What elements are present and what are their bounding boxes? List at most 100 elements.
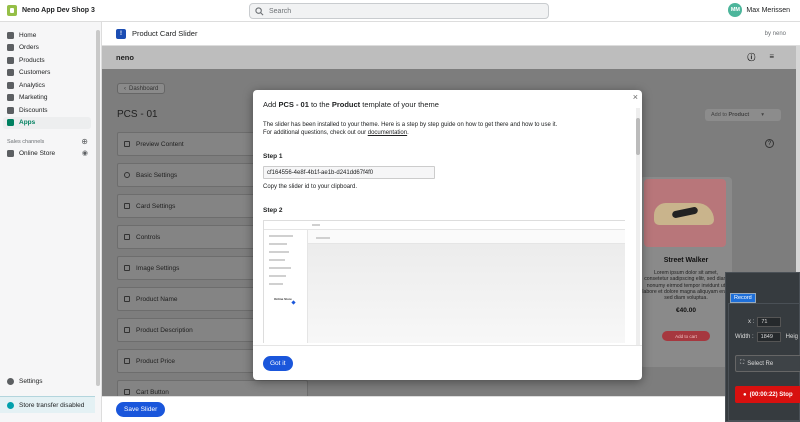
- stop-recording-button[interactable]: ● (00:00:22) Stop: [735, 386, 800, 403]
- sidebar-item-discounts[interactable]: Discounts: [0, 104, 95, 117]
- dollar-icon: [124, 358, 130, 364]
- product-image: [644, 179, 726, 247]
- store-name[interactable]: Neno App Dev Shop 3: [22, 7, 95, 14]
- record-dot-icon: ●: [743, 391, 747, 398]
- user-menu[interactable]: MM Max Merissen: [728, 3, 790, 17]
- x-input[interactable]: 71: [757, 317, 782, 327]
- top-bar: Neno App Dev Shop 3 Search MM Max Meriss…: [0, 0, 800, 22]
- region-icon: ⛶: [740, 360, 745, 366]
- sidebar-item-label: Analytics: [19, 81, 46, 89]
- modal-title: Add PCS - 01 to the Product template of …: [263, 100, 439, 109]
- intro-line-2: For additional questions, check out our …: [263, 129, 625, 137]
- intro-line-1: The slider has been installed to your th…: [263, 122, 558, 128]
- settings-item-label: Card Settings: [136, 202, 176, 210]
- settings-item-label: Product Price: [136, 357, 176, 365]
- documentation-link[interactable]: documentation: [368, 130, 407, 136]
- screenshot-online-store-label: Online Store: [274, 297, 292, 301]
- sidebar-item-label: Apps: [19, 119, 36, 127]
- sidebar-item-customers[interactable]: Customers: [0, 67, 95, 80]
- select-label: Select Re: [747, 360, 774, 367]
- select-region-button[interactable]: ⛶ Select Re: [735, 355, 800, 372]
- sidebar-scrollbar[interactable]: [96, 30, 100, 386]
- settings-item-label: Image Settings: [136, 264, 180, 272]
- sidebar-item-products[interactable]: Products: [0, 54, 95, 67]
- tag-icon: [7, 56, 14, 64]
- screenshot-line: [269, 283, 283, 285]
- screenshot-line: [269, 275, 286, 277]
- image-icon: [124, 265, 130, 271]
- store-icon: [7, 149, 14, 157]
- add-channel-icon[interactable]: ⊕: [81, 137, 88, 146]
- add-to-target: Product: [728, 112, 750, 118]
- card-price: €40.00: [676, 307, 696, 314]
- info-icon: [7, 401, 14, 409]
- screenshot-line: [269, 243, 287, 245]
- search-input[interactable]: Search: [249, 3, 549, 19]
- screenshot-topbar: [264, 221, 625, 230]
- width-input[interactable]: 1849: [756, 332, 781, 342]
- title-middle: to the: [308, 100, 332, 109]
- sidebar-item-apps[interactable]: Apps: [3, 116, 91, 129]
- sidebar-item-analytics[interactable]: Analytics: [0, 79, 95, 92]
- back-button[interactable]: ‹ Dashboard: [117, 83, 166, 94]
- screenshot-header: [308, 230, 625, 244]
- screenshot-line: [269, 267, 291, 269]
- search-placeholder: Search: [269, 7, 292, 15]
- card-description: Lorem ipsum dolor sit amet, consetetur s…: [642, 270, 730, 302]
- back-label: Dashboard: [129, 85, 159, 92]
- preview-help-icon[interactable]: ?: [765, 139, 774, 148]
- intro-text: For additional questions, check out our: [263, 130, 368, 136]
- slider-id-field[interactable]: cf164556-4e8f-4b1f-ae1b-d241dd67f4f0: [263, 166, 435, 179]
- save-slider-button[interactable]: Save Slider: [116, 402, 166, 417]
- person-icon: [7, 69, 14, 77]
- store-transfer-banner[interactable]: Store transfer disabled: [0, 396, 95, 413]
- settings-item-label: Product Description: [136, 326, 193, 334]
- settings-item-label: Product Name: [136, 295, 178, 303]
- sidebar-item-home[interactable]: Home: [0, 29, 95, 42]
- width-row: Width :1849 Heig: [735, 332, 798, 342]
- height-label: Heig: [785, 334, 799, 340]
- sidebar-item-label: Online Store: [19, 149, 56, 157]
- menu-icon[interactable]: ≡: [769, 52, 774, 63]
- close-icon[interactable]: ×: [633, 92, 638, 102]
- sidebar-item-label: Discounts: [19, 106, 48, 114]
- sidebar-item-label: Orders: [19, 44, 39, 52]
- scroll-thumb[interactable]: [636, 118, 640, 155]
- screenshot-content: [308, 244, 625, 343]
- sidebar-item-marketing[interactable]: Marketing: [0, 92, 95, 105]
- sidebar-item-label: Customers: [19, 69, 51, 77]
- modal-scrollbar[interactable]: [636, 108, 640, 345]
- title-slider: PCS - 01: [278, 100, 309, 109]
- step-2-screenshot: Online Store: [263, 220, 625, 343]
- page-title: PCS - 01: [117, 109, 158, 120]
- x-label: x :: [748, 319, 755, 325]
- title-template: Product: [331, 100, 361, 109]
- discount-icon: [7, 106, 14, 114]
- modal-footer: Got it: [253, 345, 642, 380]
- gear-icon: [124, 172, 130, 178]
- card-title: Street Walker: [663, 257, 709, 264]
- app-author[interactable]: by neno: [765, 31, 786, 37]
- panel-icon: [124, 141, 130, 147]
- screenshot-sidebar: [264, 230, 308, 343]
- eye-icon[interactable]: ◉: [82, 149, 88, 157]
- width-label: Width :: [735, 334, 754, 340]
- add-to-cart-button[interactable]: Add to cart: [662, 331, 710, 341]
- settings-nav: Settings: [0, 352, 95, 388]
- sidebar-item-orders[interactable]: Orders: [0, 42, 95, 55]
- target-icon: [7, 94, 14, 102]
- record-tab[interactable]: Record: [730, 293, 756, 303]
- sidebar-item-online-store[interactable]: Online Store ◉: [0, 147, 101, 160]
- app-logo-icon: !: [116, 28, 126, 39]
- shopify-bag-icon: [7, 5, 17, 16]
- user-name: Max Merissen: [746, 6, 790, 14]
- cart-icon: [124, 389, 130, 395]
- title-prefix: Add: [263, 100, 279, 109]
- add-to-button[interactable]: Add to Product ▾: [705, 109, 781, 121]
- neno-header: neno ⓘ ≡: [102, 46, 796, 69]
- screen-recorder-panel: Record x :71 Width :1849 Heig ⛶ Select Re …: [725, 272, 800, 422]
- help-icon[interactable]: ⓘ: [747, 52, 755, 63]
- apps-icon: [7, 119, 14, 127]
- got-it-button[interactable]: Got it: [263, 356, 293, 371]
- sidebar-item-settings[interactable]: Settings: [0, 375, 89, 388]
